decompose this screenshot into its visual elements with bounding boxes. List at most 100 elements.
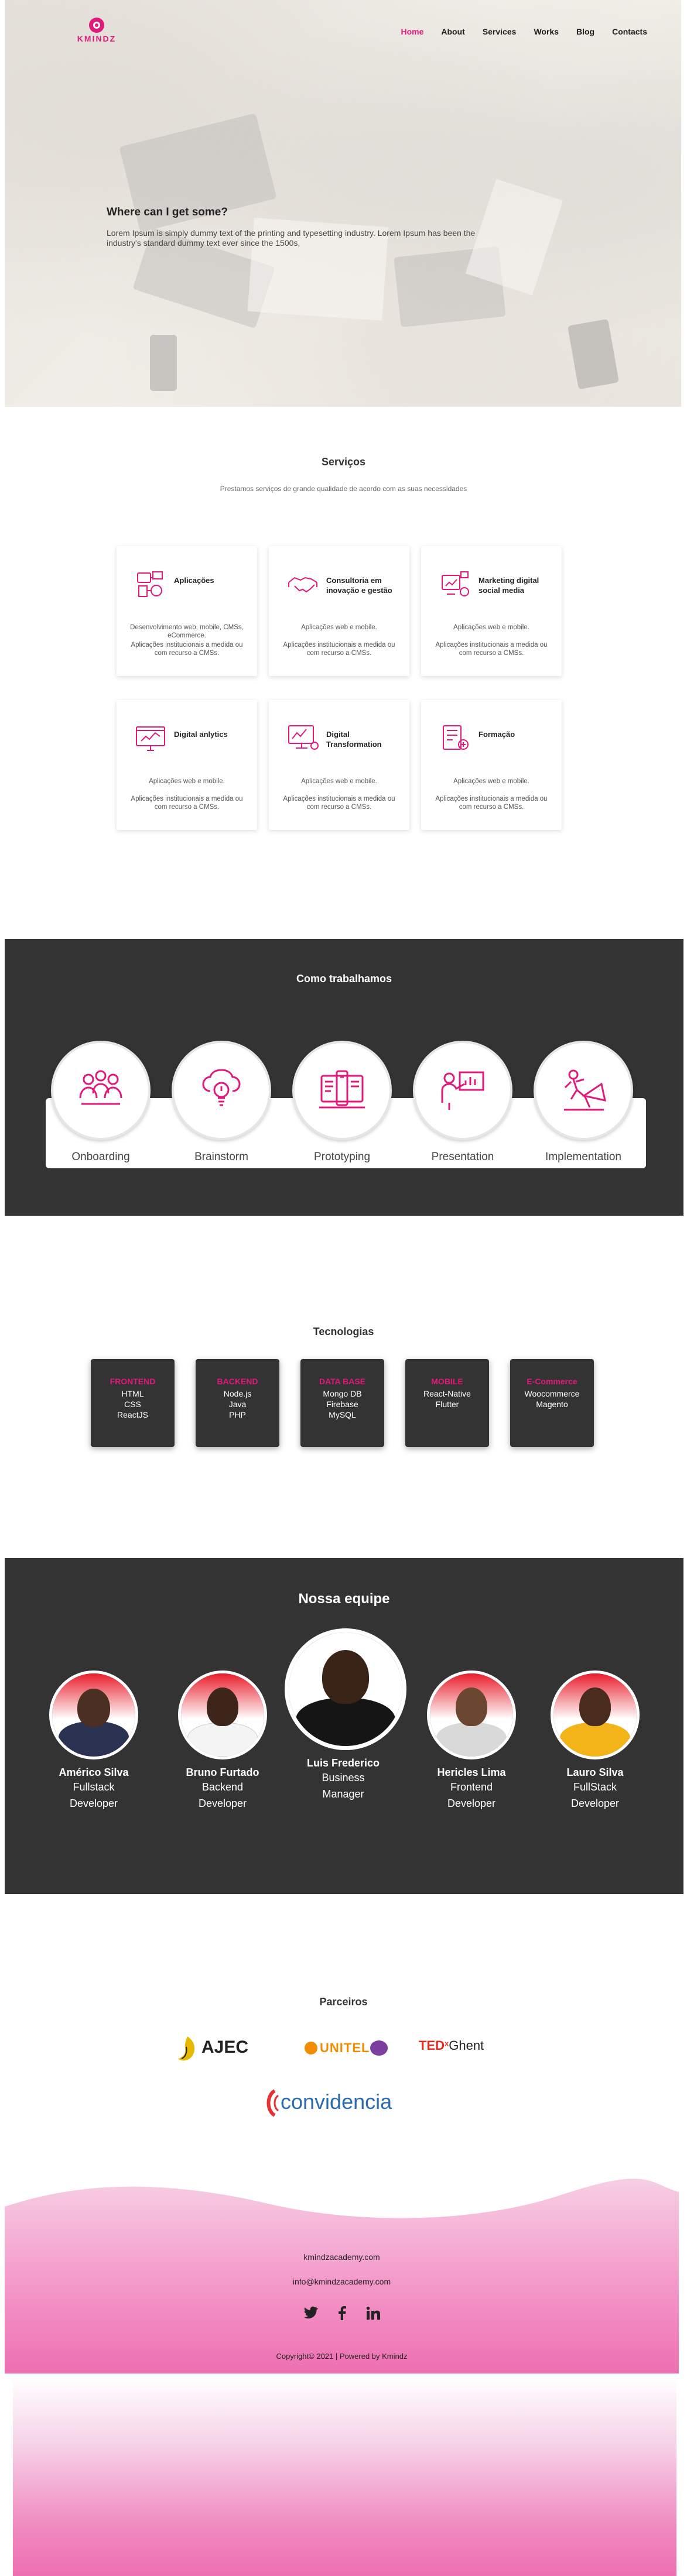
social-links (5, 2306, 679, 2324)
prototype-icon (319, 1070, 365, 1109)
step-circle (292, 1041, 392, 1140)
step-label: Implementation (545, 1151, 621, 1163)
handshake-icon (288, 577, 317, 593)
step-circle (534, 1041, 633, 1140)
training-icon (443, 725, 469, 750)
brand-name: KMINDZ (77, 34, 117, 43)
nav-item-home[interactable]: Home (401, 27, 423, 36)
nav-item-about[interactable]: About (441, 27, 464, 36)
step-circle (51, 1041, 151, 1140)
step-label: Brainstorm (194, 1151, 248, 1163)
service-card-analytics[interactable]: Digital anlytics Aplicações web e mobile… (117, 700, 257, 830)
twitter-icon[interactable] (303, 2306, 318, 2324)
linkedin-icon[interactable] (366, 2306, 380, 2324)
service-title: Aplicações (174, 576, 214, 585)
nav-item-blog[interactable]: Blog (576, 27, 594, 36)
services-title: Serviços (321, 456, 366, 468)
footer-email[interactable]: info@kmindzacademy.com (5, 2277, 679, 2286)
member-role: Backend (201, 1781, 244, 1793)
hero-overlay (5, 0, 681, 407)
ajec-mark-icon (178, 2036, 195, 2061)
tech-item: Mongo DB (323, 1389, 362, 1398)
service-line-1: Aplicações web e mobile. (301, 624, 377, 631)
member-role: Frontend (450, 1781, 493, 1793)
service-line-1: Aplicações web e mobile. (453, 624, 529, 631)
tech-category: FRONTEND (110, 1377, 156, 1386)
presentation-icon (441, 1071, 484, 1110)
service-card-consulting[interactable]: Consultoria em inovação e gestão Aplicaç… (269, 546, 409, 676)
service-card-transformation[interactable]: Digital Transformation Aplicações web e … (269, 700, 409, 830)
service-title: Consultoria em inovação e gestão (326, 576, 392, 595)
hero-title: Where can I get some? (107, 206, 228, 218)
service-card-marketing[interactable]: Marketing digital social media Aplicaçõe… (421, 546, 562, 676)
member-role: FullStack (573, 1781, 617, 1793)
service-line-1: Desenvolvimento web, mobile, CMSs, eComm… (130, 624, 244, 639)
nav-item-services[interactable]: Services (483, 27, 517, 36)
tech-item: MySQL (329, 1410, 356, 1419)
hero-text: Lorem Ipsum is simply dummy text of the … (107, 228, 476, 248)
team-member-lauro: Lauro Silva FullStack Developer (536, 1671, 654, 1812)
avatar (285, 1628, 406, 1750)
tech-category: MOBILE (431, 1377, 463, 1386)
footer-copyright: Copyright© 2021 | Powered by Kmindz (276, 2352, 408, 2361)
brand-logo[interactable]: KMINDZ (70, 18, 123, 43)
avatar (427, 1671, 516, 1759)
apps-icon (137, 571, 163, 597)
service-line-2: Aplicações institucionais a medida ou co… (435, 795, 548, 811)
team-title: Nossa equipe (298, 1591, 390, 1607)
partner-logo-ajec[interactable]: AJEC (176, 2034, 264, 2067)
member-role: Manager (322, 1788, 364, 1800)
step-brainstorm[interactable]: Brainstorm (169, 1041, 274, 1164)
avatar (178, 1671, 267, 1759)
tech-item: Magento (536, 1400, 568, 1409)
main-nav: Home About Services Works Blog Contacts (401, 27, 647, 36)
footer-website[interactable]: kmindzacademy.com (5, 2252, 679, 2262)
nav-item-contacts[interactable]: Contacts (612, 27, 647, 36)
tech-category: E-Commerce (527, 1377, 577, 1386)
facebook-icon[interactable] (338, 2306, 346, 2324)
marketing-icon (442, 571, 469, 596)
logo-mark-icon (89, 18, 104, 33)
member-name: Luis Frederico (306, 1757, 380, 1769)
member-name: Hericles Lima (437, 1767, 506, 1778)
step-presentation[interactable]: Presentation (410, 1041, 515, 1164)
service-line-2: Aplicações institucionais a medida ou co… (435, 642, 548, 657)
work-title: Como trabalhamos (296, 973, 392, 985)
nav-item-works[interactable]: Works (534, 27, 559, 36)
avatar (49, 1671, 138, 1759)
step-implementation[interactable]: Implementation (531, 1041, 636, 1164)
avatar (551, 1671, 640, 1759)
service-card-apps[interactable]: Aplicações Desenvolvimento web, mobile, … (117, 546, 257, 676)
implementation-icon (564, 1069, 606, 1111)
service-line-1: Aplicações web e mobile. (301, 778, 377, 785)
member-name: Américo Silva (59, 1767, 129, 1778)
service-line-2: Aplicações institucionais a medida ou co… (283, 642, 395, 657)
partner-logo-convidencia[interactable]: convidencia (262, 2088, 432, 2121)
tech-item: HTML (121, 1389, 144, 1398)
step-onboarding[interactable]: Onboarding (48, 1041, 153, 1164)
step-circle (172, 1041, 271, 1140)
member-role: Developer (198, 1798, 247, 1809)
tech-item: Flutter (435, 1400, 459, 1409)
team-member-bruno: Bruno Furtado Backend Developer (164, 1663, 281, 1812)
partner-logo-unitel[interactable]: UNITEL (305, 2038, 392, 2062)
member-role: Fullstack (73, 1781, 115, 1793)
tech-category: DATA BASE (319, 1377, 366, 1386)
unitel-badge-icon (370, 2040, 388, 2056)
partners-title: Parceiros (319, 1996, 368, 2008)
convidencia-wordmark: convidencia (281, 2090, 392, 2114)
tech-card-ecommerce: E-Commerce Woocommerce Magento (510, 1359, 594, 1447)
team-member-hericles: Hericles Lima Frontend Developer (413, 1663, 530, 1812)
service-title: Marketing digital social media (478, 576, 539, 595)
step-circle (413, 1041, 512, 1140)
service-line-2: Aplicações institucionais a medida ou co… (283, 795, 395, 811)
partner-logo-tedx[interactable]: TEDxGhent (419, 2038, 507, 2062)
unitel-mark-icon (305, 2042, 317, 2054)
tech-item: ReactJS (117, 1410, 148, 1419)
member-role: Business (322, 1772, 365, 1783)
team-icon (79, 1070, 122, 1105)
service-card-training[interactable]: Formação Aplicações web e mobile. Aplica… (421, 700, 562, 830)
member-role: Developer (69, 1798, 118, 1809)
service-line-1: Aplicações web e mobile. (149, 778, 225, 785)
step-prototyping[interactable]: Prototyping (289, 1041, 395, 1164)
